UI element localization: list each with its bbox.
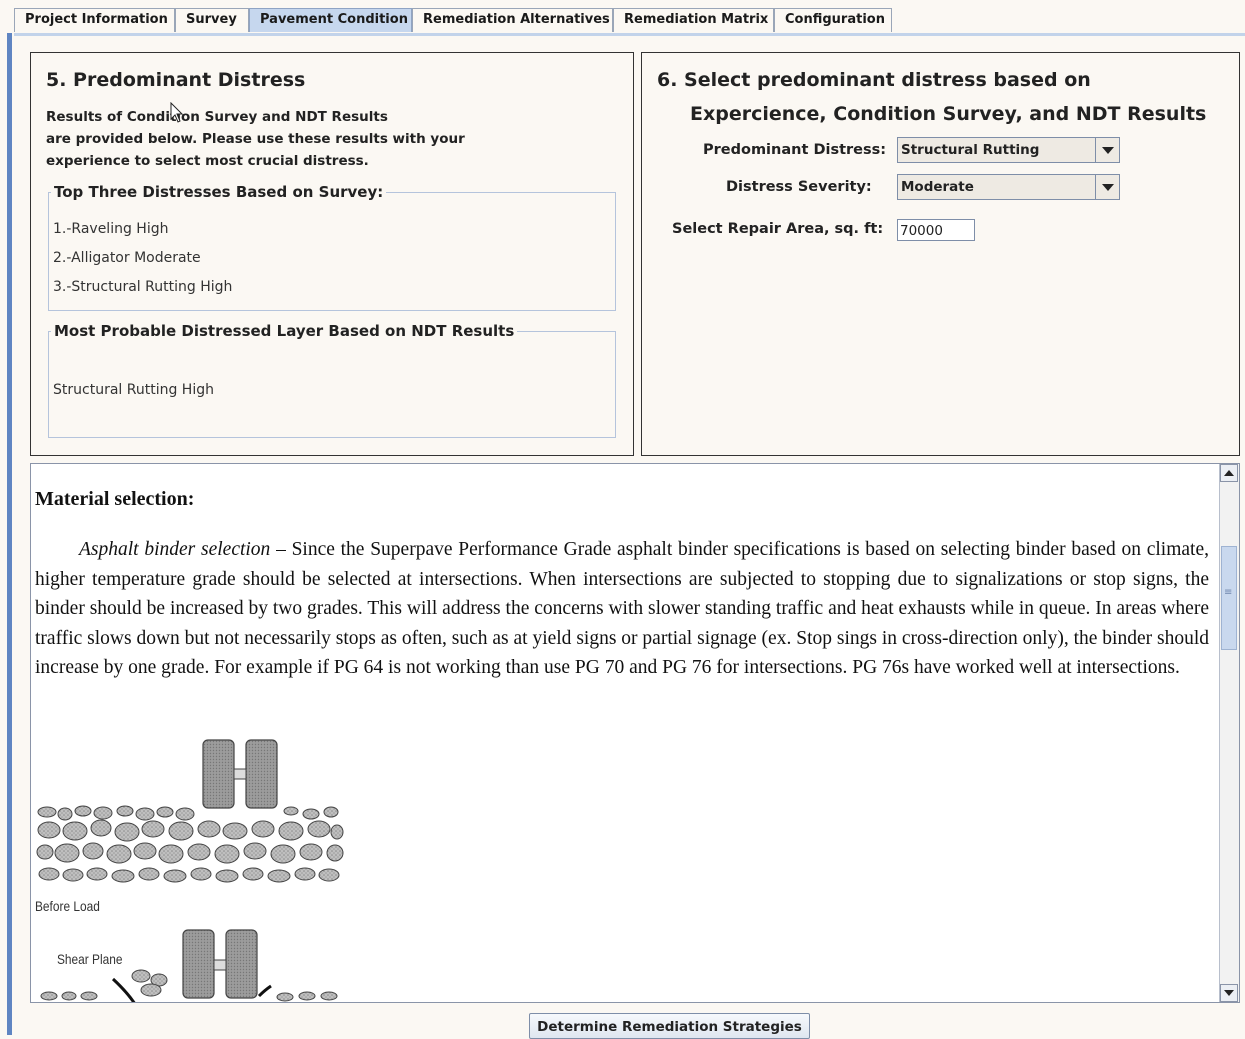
shear-plane-label: Shear Plane bbox=[57, 951, 123, 967]
ndt-group-title: Most Probable Distressed Layer Based on … bbox=[54, 322, 515, 340]
survey-group-title: Top Three Distresses Based on Survey: bbox=[54, 183, 384, 201]
repair-area-input[interactable]: 70000 bbox=[897, 219, 975, 241]
tab-remediation-matrix[interactable]: Remediation Matrix bbox=[613, 8, 774, 32]
description-line: Results of Condition Survey and NDT Resu… bbox=[46, 109, 388, 125]
rutting-illustration: Before Load Shear Plane bbox=[35, 734, 345, 1002]
tab-configuration[interactable]: Configuration bbox=[774, 8, 892, 32]
tab-survey[interactable]: Survey bbox=[175, 8, 249, 32]
predominant-distress-select[interactable]: Structural Rutting bbox=[897, 137, 1120, 163]
predominant-distress-panel: 5. Predominant Distress Results of Condi… bbox=[30, 52, 634, 456]
ndt-layer-value: Structural Rutting High bbox=[53, 382, 214, 398]
window-left-edge bbox=[7, 33, 12, 1035]
material-selection-scroll-pane[interactable]: Material selection: Asphalt binder selec… bbox=[30, 463, 1240, 1003]
description-line: experience to select most crucial distre… bbox=[46, 153, 369, 169]
survey-distress-group: Top Three Distresses Based on Survey: 1.… bbox=[48, 183, 616, 311]
before-load-label: Before Load bbox=[35, 898, 100, 914]
determine-remediation-strategies-button[interactable]: Determine Remediation Strategies bbox=[529, 1013, 810, 1039]
tab-project-information[interactable]: Project Information bbox=[14, 8, 175, 32]
tab-remediation-alternatives[interactable]: Remediation Alternatives bbox=[412, 8, 613, 32]
distress-severity-value: Moderate bbox=[901, 179, 974, 195]
tab-bar: Project Information Survey Pavement Cond… bbox=[14, 8, 1245, 34]
scroll-down-icon[interactable] bbox=[1220, 984, 1238, 1002]
survey-distress-item: 1.-Raveling High bbox=[53, 221, 169, 237]
chevron-down-icon[interactable] bbox=[1095, 138, 1119, 162]
chevron-down-icon[interactable] bbox=[1095, 175, 1119, 199]
distress-severity-label: Distress Severity: bbox=[726, 179, 872, 195]
distress-severity-select[interactable]: Moderate bbox=[897, 174, 1120, 200]
survey-distress-item: 3.-Structural Rutting High bbox=[53, 279, 233, 295]
predominant-distress-value: Structural Rutting bbox=[901, 142, 1040, 158]
description-line: are provided below. Please use these res… bbox=[46, 131, 465, 147]
survey-distress-item: 2.-Alligator Moderate bbox=[53, 250, 201, 266]
scroll-up-icon[interactable] bbox=[1220, 464, 1238, 482]
select-distress-panel: 6. Select predominant distress based on … bbox=[641, 52, 1240, 456]
panel6-title-line2: Expercience, Condition Survey, and NDT R… bbox=[690, 103, 1207, 125]
panel6-title-line1: 6. Select predominant distress based on bbox=[657, 69, 1091, 91]
predominant-distress-label: Predominant Distress: bbox=[703, 142, 887, 158]
binder-selection-paragraph: Asphalt binder selection – Since the Sup… bbox=[35, 535, 1209, 683]
mouse-pointer-icon bbox=[170, 102, 184, 123]
repair-area-label: Select Repair Area, sq. ft: bbox=[672, 221, 884, 237]
panel5-description: Results of Condition Survey and NDT Resu… bbox=[46, 106, 465, 172]
scrollbar-thumb[interactable] bbox=[1221, 546, 1237, 650]
binder-selection-lead: Asphalt binder selection bbox=[79, 539, 271, 560]
material-selection-content: Material selection: Asphalt binder selec… bbox=[35, 488, 1209, 683]
material-heading: Material selection: bbox=[35, 488, 195, 510]
tab-underline bbox=[14, 33, 1245, 36]
ndt-layer-group: Most Probable Distressed Layer Based on … bbox=[48, 322, 616, 438]
vertical-scrollbar[interactable] bbox=[1219, 464, 1239, 1002]
panel5-title: 5. Predominant Distress bbox=[46, 69, 306, 91]
tab-pavement-condition[interactable]: Pavement Condition bbox=[249, 8, 412, 32]
